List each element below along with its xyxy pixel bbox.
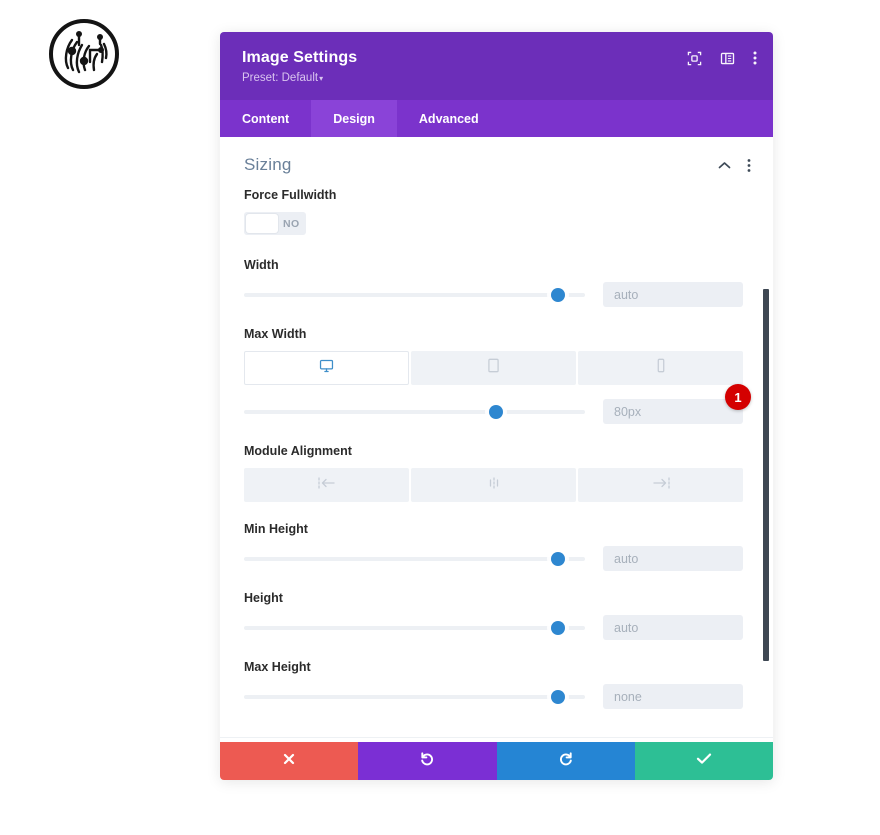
settings-scroll-area: Sizing Force Fullwidth NO Width auto Max…	[220, 137, 773, 742]
slider-handle[interactable]	[550, 689, 565, 704]
min-height-value-input[interactable]: auto	[603, 546, 743, 571]
max-width-device-group	[244, 351, 743, 385]
checkmark-icon	[696, 752, 712, 770]
field-max-height: Max Height none	[220, 659, 773, 709]
slider-track	[244, 694, 585, 699]
max-width-label: Max Width	[244, 327, 307, 341]
field-max-width: Max Width 80px	[220, 326, 773, 424]
spacing-section-header[interactable]: Spacing	[220, 738, 773, 742]
header-icon-group	[687, 50, 757, 66]
undo-button[interactable]	[358, 742, 497, 780]
tab-design[interactable]: Design	[311, 100, 397, 137]
width-slider-row: auto	[244, 282, 743, 307]
field-min-height: Min Height auto	[220, 521, 773, 571]
max-height-value-input[interactable]: none	[603, 684, 743, 709]
modal-header: Image Settings Preset: Default▾	[220, 32, 773, 100]
height-slider[interactable]	[244, 619, 585, 637]
width-label: Width	[244, 258, 279, 272]
more-vertical-icon[interactable]	[753, 50, 757, 66]
chevron-down-icon: ▾	[319, 74, 324, 83]
focus-target-icon[interactable]	[687, 51, 702, 66]
field-force-fullwidth: Force Fullwidth NO	[220, 187, 773, 238]
device-tab-phone[interactable]	[578, 351, 743, 385]
sizing-section-header[interactable]: Sizing	[220, 137, 773, 187]
modal-tabbar: Content Design Advanced	[220, 100, 773, 137]
module-alignment-label: Module Alignment	[244, 444, 352, 458]
slider-track	[244, 292, 585, 297]
force-fullwidth-toggle[interactable]: NO	[244, 212, 306, 235]
width-slider[interactable]	[244, 286, 585, 304]
slider-handle[interactable]	[489, 404, 504, 419]
max-width-slider[interactable]	[244, 403, 585, 421]
settings-scrollbar-thumb[interactable]	[763, 289, 769, 661]
redo-arrow-icon	[558, 751, 574, 772]
tab-advanced[interactable]: Advanced	[397, 100, 501, 137]
field-module-alignment: Module Alignment	[220, 443, 773, 502]
height-label: Height	[244, 591, 283, 605]
image-settings-modal: Image Settings Preset: Default▾ Content …	[220, 32, 773, 780]
align-center-button[interactable]	[411, 468, 576, 502]
tablet-icon	[487, 358, 500, 378]
undo-arrow-icon	[419, 751, 435, 772]
tab-content[interactable]: Content	[220, 100, 311, 137]
circuit-circle-logo	[48, 18, 120, 90]
cancel-button[interactable]	[220, 742, 359, 780]
slider-handle[interactable]	[550, 551, 565, 566]
field-width: Width auto	[220, 257, 773, 307]
close-x-icon	[282, 752, 296, 771]
modal-body: Sizing Force Fullwidth NO Width auto Max…	[220, 137, 773, 742]
slider-track	[244, 556, 585, 561]
align-right-button[interactable]	[578, 468, 743, 502]
align-left-icon	[317, 476, 337, 494]
max-width-slider-row: 80px	[244, 399, 743, 424]
max-height-label: Max Height	[244, 660, 311, 674]
slider-track	[244, 625, 585, 630]
device-tab-desktop[interactable]	[244, 351, 409, 385]
max-width-value-input[interactable]: 80px	[603, 399, 743, 424]
sizing-section-title: Sizing	[244, 155, 292, 174]
save-button[interactable]	[634, 742, 773, 780]
redo-button[interactable]	[496, 742, 635, 780]
slider-track	[244, 409, 585, 414]
status-badge: 1	[725, 384, 751, 410]
align-right-icon	[651, 476, 671, 494]
layout-columns-icon[interactable]	[720, 51, 735, 66]
height-slider-row: auto	[244, 615, 743, 640]
page-title: Image Settings	[242, 49, 358, 66]
preset-selector[interactable]: Preset: Default▾	[242, 71, 751, 86]
width-value-input[interactable]: auto	[603, 282, 743, 307]
align-center-icon	[485, 476, 503, 494]
min-height-label: Min Height	[244, 522, 308, 536]
min-height-slider-row: auto	[244, 546, 743, 571]
align-left-button[interactable]	[244, 468, 409, 502]
min-height-slider[interactable]	[244, 550, 585, 568]
preset-label: Preset: Default	[242, 72, 319, 84]
force-fullwidth-label: Force Fullwidth	[244, 188, 337, 202]
height-value-input[interactable]: auto	[603, 615, 743, 640]
max-height-slider-row: none	[244, 684, 743, 709]
chevron-up-icon[interactable]	[718, 161, 731, 170]
max-height-slider[interactable]	[244, 688, 585, 706]
slider-handle[interactable]	[550, 620, 565, 635]
sizing-section-more-vertical-icon[interactable]	[747, 158, 751, 173]
desktop-icon	[319, 359, 334, 378]
device-tab-tablet[interactable]	[411, 351, 576, 385]
module-alignment-group	[244, 468, 743, 502]
phone-icon	[656, 358, 666, 378]
toggle-value-label: NO	[283, 217, 300, 230]
modal-footer	[220, 742, 773, 780]
slider-handle[interactable]	[550, 287, 565, 302]
field-height: Height auto	[220, 590, 773, 640]
toggle-knob	[246, 214, 278, 233]
